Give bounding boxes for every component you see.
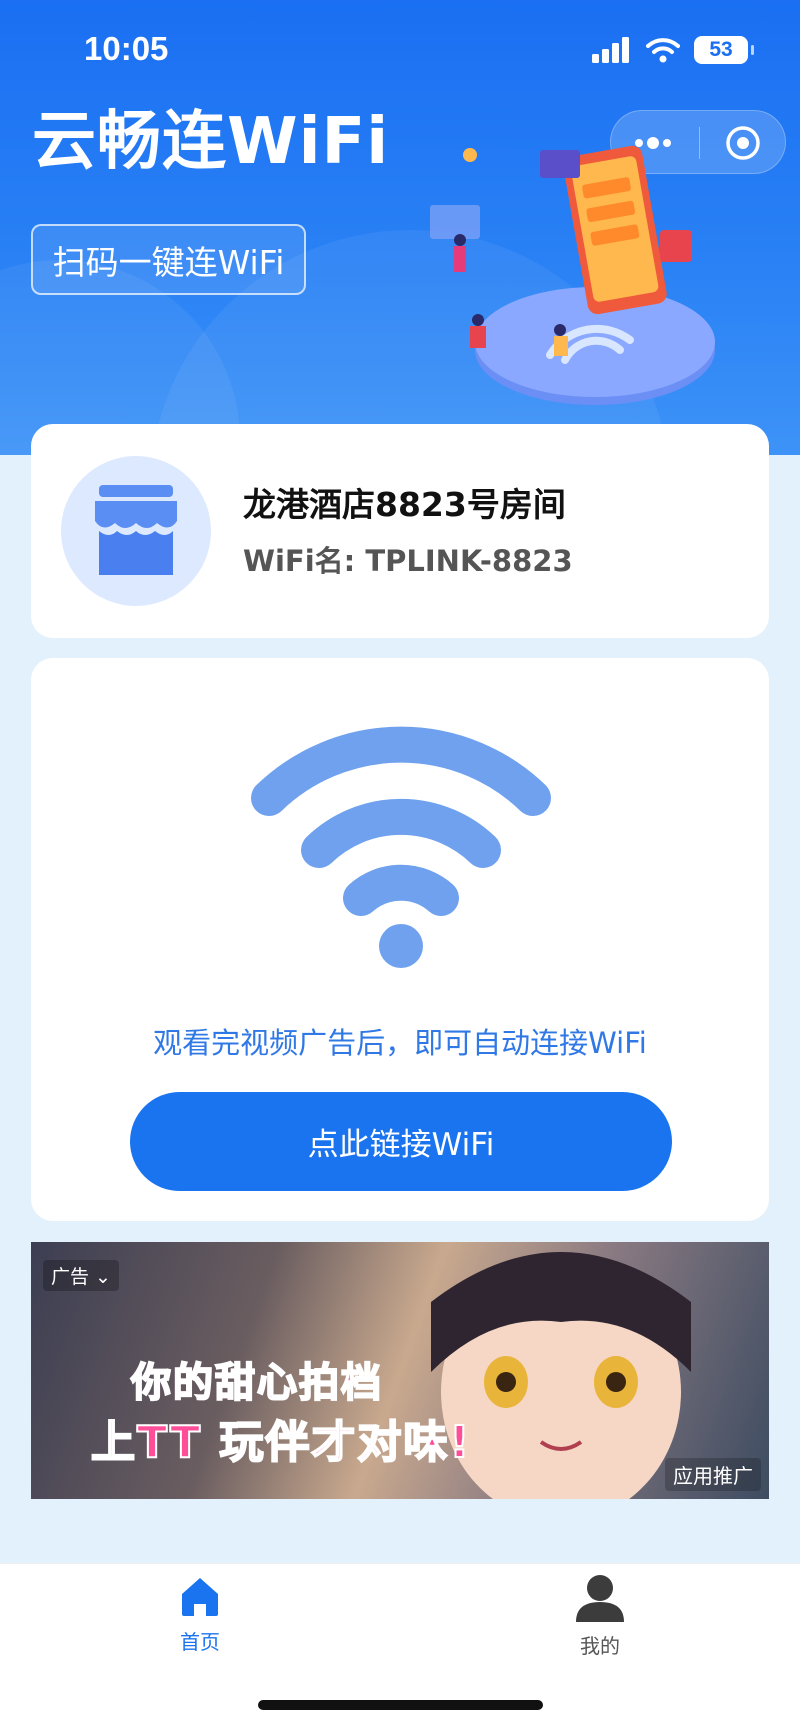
battery-indicator: 53: [694, 36, 754, 64]
scan-connect-button[interactable]: 扫码一键连WiFi: [31, 224, 306, 295]
connect-card: 观看完视频广告后，即可自动连接WiFi 点此链接WiFi: [31, 658, 769, 1221]
ad-subheadline: 上TT 玩伴才对味!: [90, 1416, 472, 1469]
close-miniprogram-icon[interactable]: [725, 125, 761, 161]
hotel-name: 龙港酒店8823号房间: [243, 485, 566, 524]
wifi-status-icon: [646, 38, 680, 63]
wifi-icon: [251, 726, 551, 968]
tab-home-label: 首页: [180, 1630, 220, 1654]
tab-me-label: 我的: [580, 1634, 620, 1658]
ad-label-text: 广告: [51, 1266, 90, 1288]
ad-headline: 你的甜心拍档: [130, 1359, 383, 1407]
user-icon: [576, 1575, 624, 1622]
status-time: 10:05: [84, 30, 169, 67]
tab-home[interactable]: 首页: [140, 1574, 260, 1655]
signal-icon: [592, 37, 629, 63]
status-icons: 53: [592, 36, 754, 64]
ad-banner[interactable]: 广告 ⌄ 你的甜心拍档 上TT 玩伴才对味! 应用推广: [31, 1242, 769, 1499]
battery-level: 53: [709, 38, 733, 61]
tab-me[interactable]: 我的: [540, 1574, 660, 1659]
ad-promotion-tag: 应用推广: [665, 1458, 761, 1491]
ad-label[interactable]: 广告 ⌄: [43, 1260, 119, 1291]
hotel-card: 龙港酒店8823号房间 WiFi名: TPLINK-8823: [31, 424, 769, 638]
app-title: 云畅连WiFi: [32, 105, 390, 179]
home-icon: [182, 1578, 218, 1616]
wifi-ssid: WiFi名: TPLINK-8823: [243, 544, 573, 578]
connect-wifi-button[interactable]: 点此链接WiFi: [130, 1092, 672, 1191]
store-avatar: [61, 456, 211, 606]
header-illustration: [430, 145, 715, 405]
header-banner: 10:05 53 云畅连WiFi 扫码一键连WiFi: [0, 0, 800, 455]
store-icon: [95, 485, 177, 575]
connect-hint: 观看完视频广告后，即可自动连接WiFi: [153, 1026, 647, 1060]
status-bar: 10:05 53: [0, 0, 800, 100]
home-indicator: [258, 1700, 543, 1710]
